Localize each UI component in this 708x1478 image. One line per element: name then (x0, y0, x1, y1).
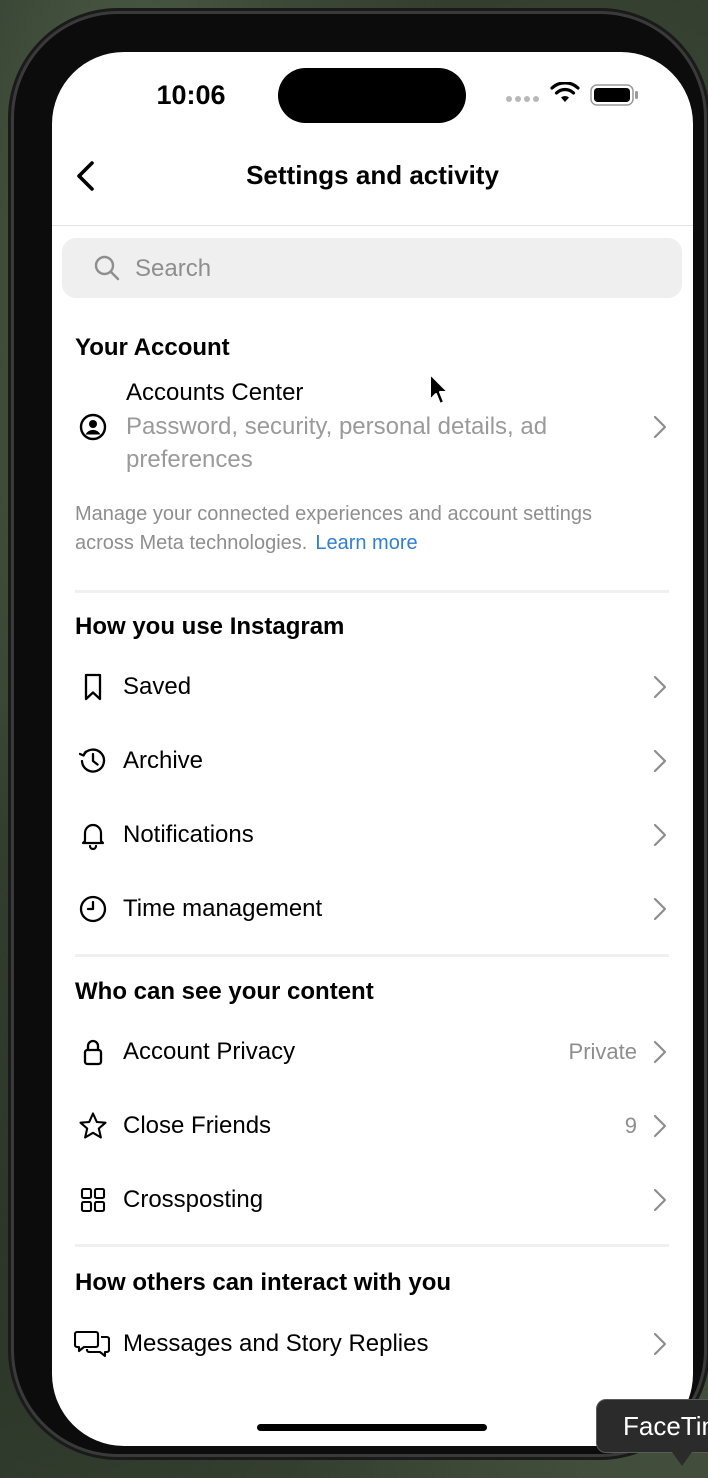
chevron-right-icon (653, 1332, 667, 1356)
chevron-right-icon (653, 897, 667, 921)
messages-icon (74, 1330, 110, 1358)
row-close-friends[interactable]: Close Friends 9 (52, 1091, 693, 1161)
section-title-your-account: Your Account (75, 334, 230, 361)
row-label: Time management (123, 895, 323, 922)
chevron-right-icon (653, 415, 667, 439)
screen: 10:06 Settings and activity Search Your … (52, 52, 693, 1446)
star-icon (79, 1112, 107, 1139)
row-value: 9 (624, 1113, 637, 1138)
chevron-right-icon (653, 823, 667, 847)
row-label: Saved (123, 673, 192, 700)
search-placeholder: Search (135, 255, 212, 282)
wifi-icon (550, 82, 580, 102)
section-divider (75, 954, 669, 957)
row-time-management[interactable]: Time management (52, 874, 693, 944)
row-label: Crossposting (123, 1186, 264, 1213)
row-saved[interactable]: Saved (52, 652, 693, 722)
section-divider (75, 590, 669, 593)
account-circle-icon (79, 413, 107, 441)
chevron-right-icon (653, 1114, 667, 1138)
learn-more-link[interactable]: Learn more (315, 532, 417, 554)
grid-icon (80, 1187, 106, 1213)
row-label: Archive (123, 747, 204, 774)
row-archive[interactable]: Archive (52, 726, 693, 796)
chevron-right-icon (653, 749, 667, 773)
status-time: 10:06 (156, 80, 226, 110)
accounts-center-subtitle: Password, security, personal details, ad… (126, 413, 548, 473)
row-account-privacy[interactable]: Account Privacy Private (52, 1017, 693, 1087)
clock-icon (79, 895, 107, 923)
row-value: Private (568, 1039, 637, 1064)
chevron-right-icon (653, 1188, 667, 1212)
row-notifications[interactable]: Notifications (52, 800, 693, 870)
section-divider (75, 1244, 669, 1247)
bookmark-icon (84, 673, 102, 701)
bell-icon (81, 823, 105, 850)
dynamic-island (278, 68, 466, 123)
row-crossposting[interactable]: Crossposting (52, 1165, 693, 1235)
phone-frame: 10:06 Settings and activity Search Your … (14, 14, 704, 1454)
archive-clock-icon (78, 748, 106, 773)
chevron-right-icon (653, 1040, 667, 1064)
home-indicator[interactable] (257, 1424, 487, 1431)
nav-divider (52, 225, 693, 226)
row-label: Close Friends (123, 1112, 272, 1139)
page-title: Settings and activity (246, 160, 499, 190)
facetime-tooltip: FaceTime (596, 1399, 708, 1453)
section-title-how-you-use: How you use Instagram (75, 613, 345, 640)
search-input[interactable]: Search (62, 238, 682, 298)
tooltip-tail (672, 1452, 692, 1466)
search-icon (94, 255, 120, 281)
row-label: Messages and Story Replies (123, 1330, 429, 1357)
chevron-right-icon (653, 675, 667, 699)
accounts-center-note: Manage your connected experiences and ac… (75, 500, 655, 558)
lock-icon (83, 1039, 103, 1066)
row-label: Account Privacy (123, 1038, 296, 1065)
mouse-cursor-icon (429, 373, 449, 405)
row-messages-story-replies[interactable]: Messages and Story Replies (52, 1309, 693, 1379)
cellular-signal-icon (506, 96, 539, 102)
section-title-who-can-see: Who can see your content (75, 978, 374, 1005)
row-label: Notifications (123, 821, 254, 848)
section-title-how-others: How others can interact with you (75, 1269, 452, 1296)
accounts-center-label: Accounts Center (126, 379, 304, 406)
battery-icon (590, 84, 638, 106)
